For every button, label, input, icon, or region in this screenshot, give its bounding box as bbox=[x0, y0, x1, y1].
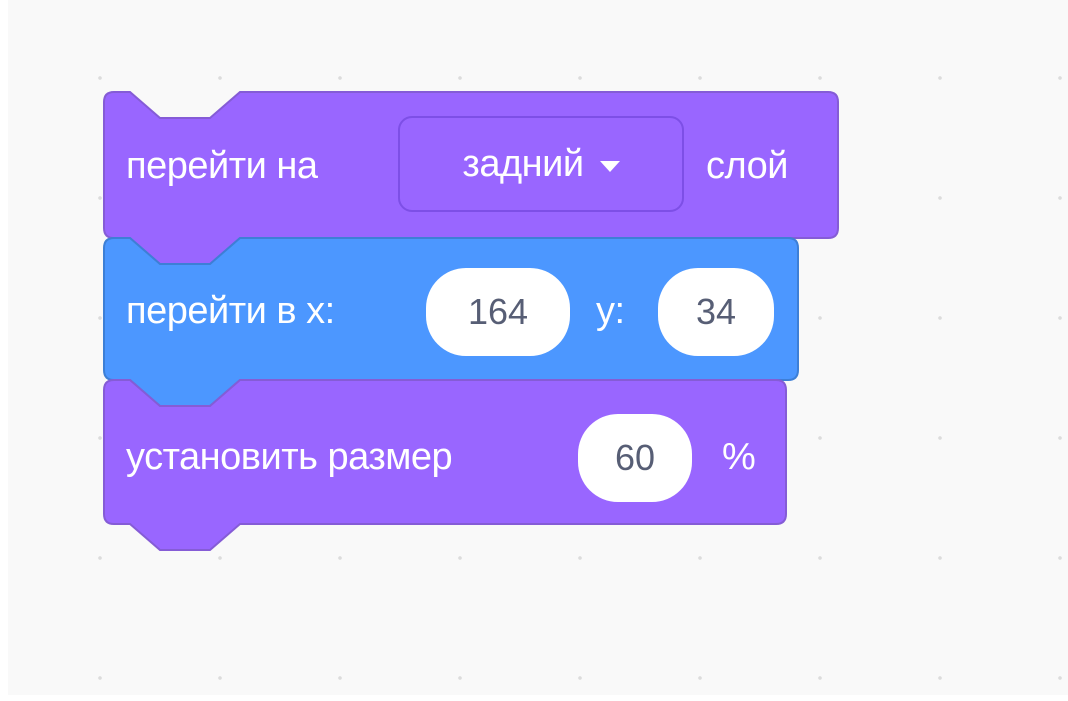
layer-dropdown-value: задний bbox=[462, 142, 584, 185]
go-to-x-label: перейти в х: bbox=[126, 290, 335, 332]
y-label: y: bbox=[596, 290, 625, 332]
caret-down-icon bbox=[599, 160, 620, 172]
y-value-input[interactable]: 34 bbox=[658, 268, 774, 356]
x-value-text: 164 bbox=[467, 291, 529, 332]
y-value-text: 34 bbox=[695, 291, 737, 332]
set-size-label: установить размер bbox=[126, 436, 453, 478]
layer-dropdown[interactable]: задний bbox=[398, 116, 684, 212]
percent-label: % bbox=[722, 436, 756, 478]
x-value-input[interactable]: 164 bbox=[426, 268, 570, 356]
size-value-input[interactable]: 60 bbox=[578, 414, 692, 502]
size-value-text: 60 bbox=[614, 437, 656, 478]
go-to-layer-suffix-label: слой bbox=[706, 145, 788, 187]
go-to-layer-prefix-label: перейти на bbox=[126, 145, 318, 187]
